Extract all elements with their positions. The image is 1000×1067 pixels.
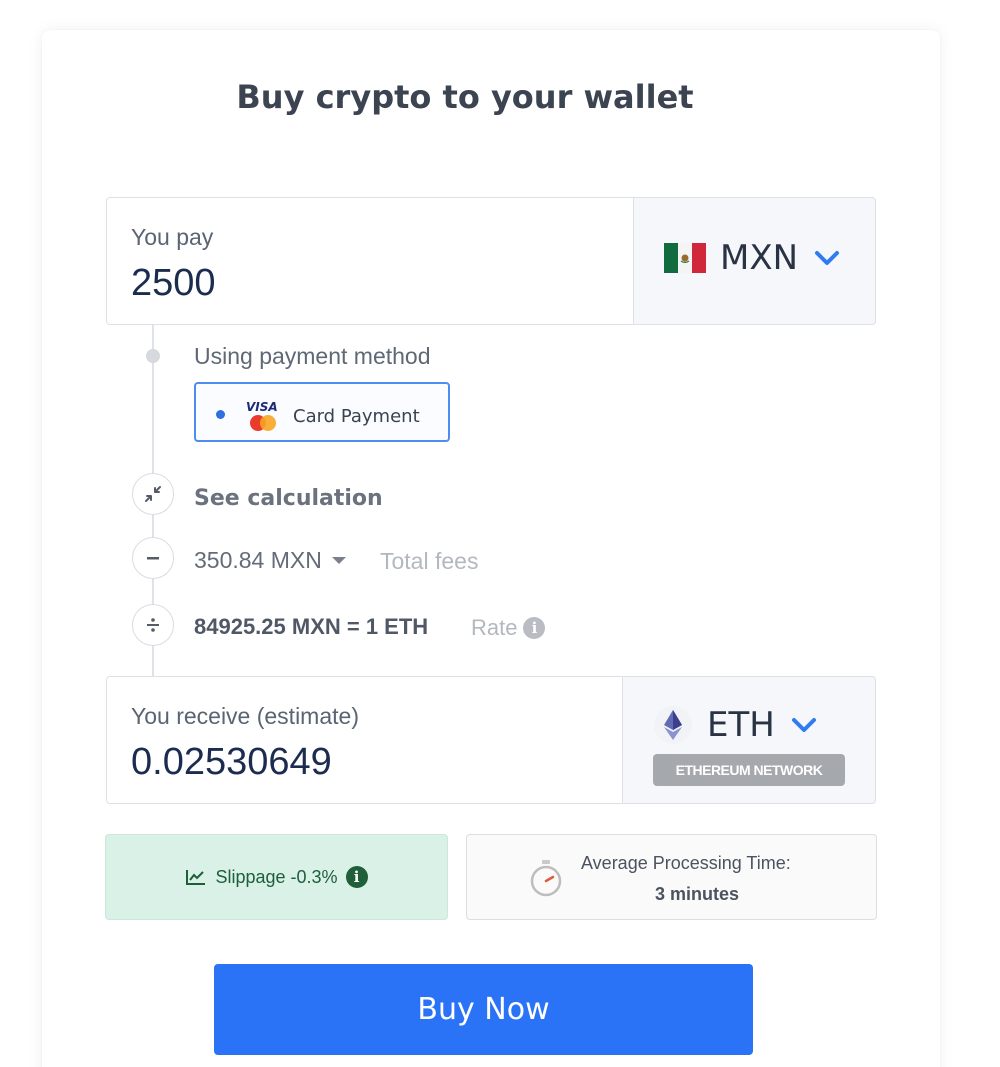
receive-currency-code: ETH <box>707 705 775 745</box>
slippage-box: Slippage -0.3% i <box>105 834 448 920</box>
see-calculation-link[interactable]: See calculation <box>194 486 383 511</box>
chevron-down-icon <box>815 251 840 265</box>
visa-logo-text: VISA <box>246 400 278 414</box>
processing-value: 3 minutes <box>655 884 740 904</box>
receive-amount-value: 0.02530649 <box>131 741 332 783</box>
page-title: Buy crypto to your wallet <box>236 78 694 116</box>
rate-value: 84925.25 MXN = 1 ETH <box>194 614 429 639</box>
rate-label: Rate i <box>471 615 546 641</box>
info-icon[interactable]: i <box>523 617 546 639</box>
radio-selected-icon <box>216 410 225 419</box>
caret-down-icon[interactable] <box>331 557 346 564</box>
pay-label: You pay <box>131 224 214 250</box>
divide-circle <box>132 604 174 646</box>
network-badge: ETHEREUM NETWORK <box>653 754 845 786</box>
info-icon[interactable]: i <box>345 866 368 888</box>
ethereum-icon <box>654 706 692 744</box>
card-payment-option[interactable]: VISA Card Payment <box>194 382 450 442</box>
timeline-dot <box>146 349 160 363</box>
minus-circle <box>132 537 174 579</box>
buy-now-button[interactable]: Buy Now <box>214 964 753 1055</box>
pay-amount-input[interactable]: 2500 <box>131 262 216 305</box>
pay-currency-code: MXN <box>720 238 799 278</box>
collapse-arrows-icon <box>145 486 161 502</box>
fees-amount-text: 350.84 MXN <box>194 547 322 573</box>
receive-label: You receive (estimate) <box>131 703 359 729</box>
stopwatch-icon <box>530 860 562 897</box>
processing-title: Average Processing Time: <box>581 853 791 873</box>
minus-icon <box>147 557 159 560</box>
pay-amount-box[interactable]: You pay 2500 MXN <box>106 197 876 325</box>
card-payment-label: Card Payment <box>293 406 420 427</box>
divide-icon <box>147 618 159 632</box>
pay-currency-selector[interactable]: MXN <box>633 197 876 325</box>
see-calculation-toggle[interactable] <box>132 473 174 515</box>
slippage-text: Slippage -0.3% <box>215 866 338 887</box>
total-fees-amount[interactable]: 350.84 MXN <box>194 547 346 574</box>
payment-method-label: Using payment method <box>194 343 431 369</box>
chevron-down-icon <box>791 718 816 732</box>
receive-amount-box: You receive (estimate) 0.02530649 ETH ET… <box>106 676 876 804</box>
processing-time-box: Average Processing Time: 3 minutes <box>466 834 877 920</box>
chart-line-icon <box>186 870 206 885</box>
mexico-flag-icon <box>664 243 706 273</box>
receive-currency-selector[interactable]: ETH ETHEREUM NETWORK <box>622 676 876 804</box>
rate-label-text: Rate <box>471 615 518 640</box>
visa-mastercard-icon: VISA <box>246 400 278 431</box>
total-fees-label: Total fees <box>380 548 479 574</box>
